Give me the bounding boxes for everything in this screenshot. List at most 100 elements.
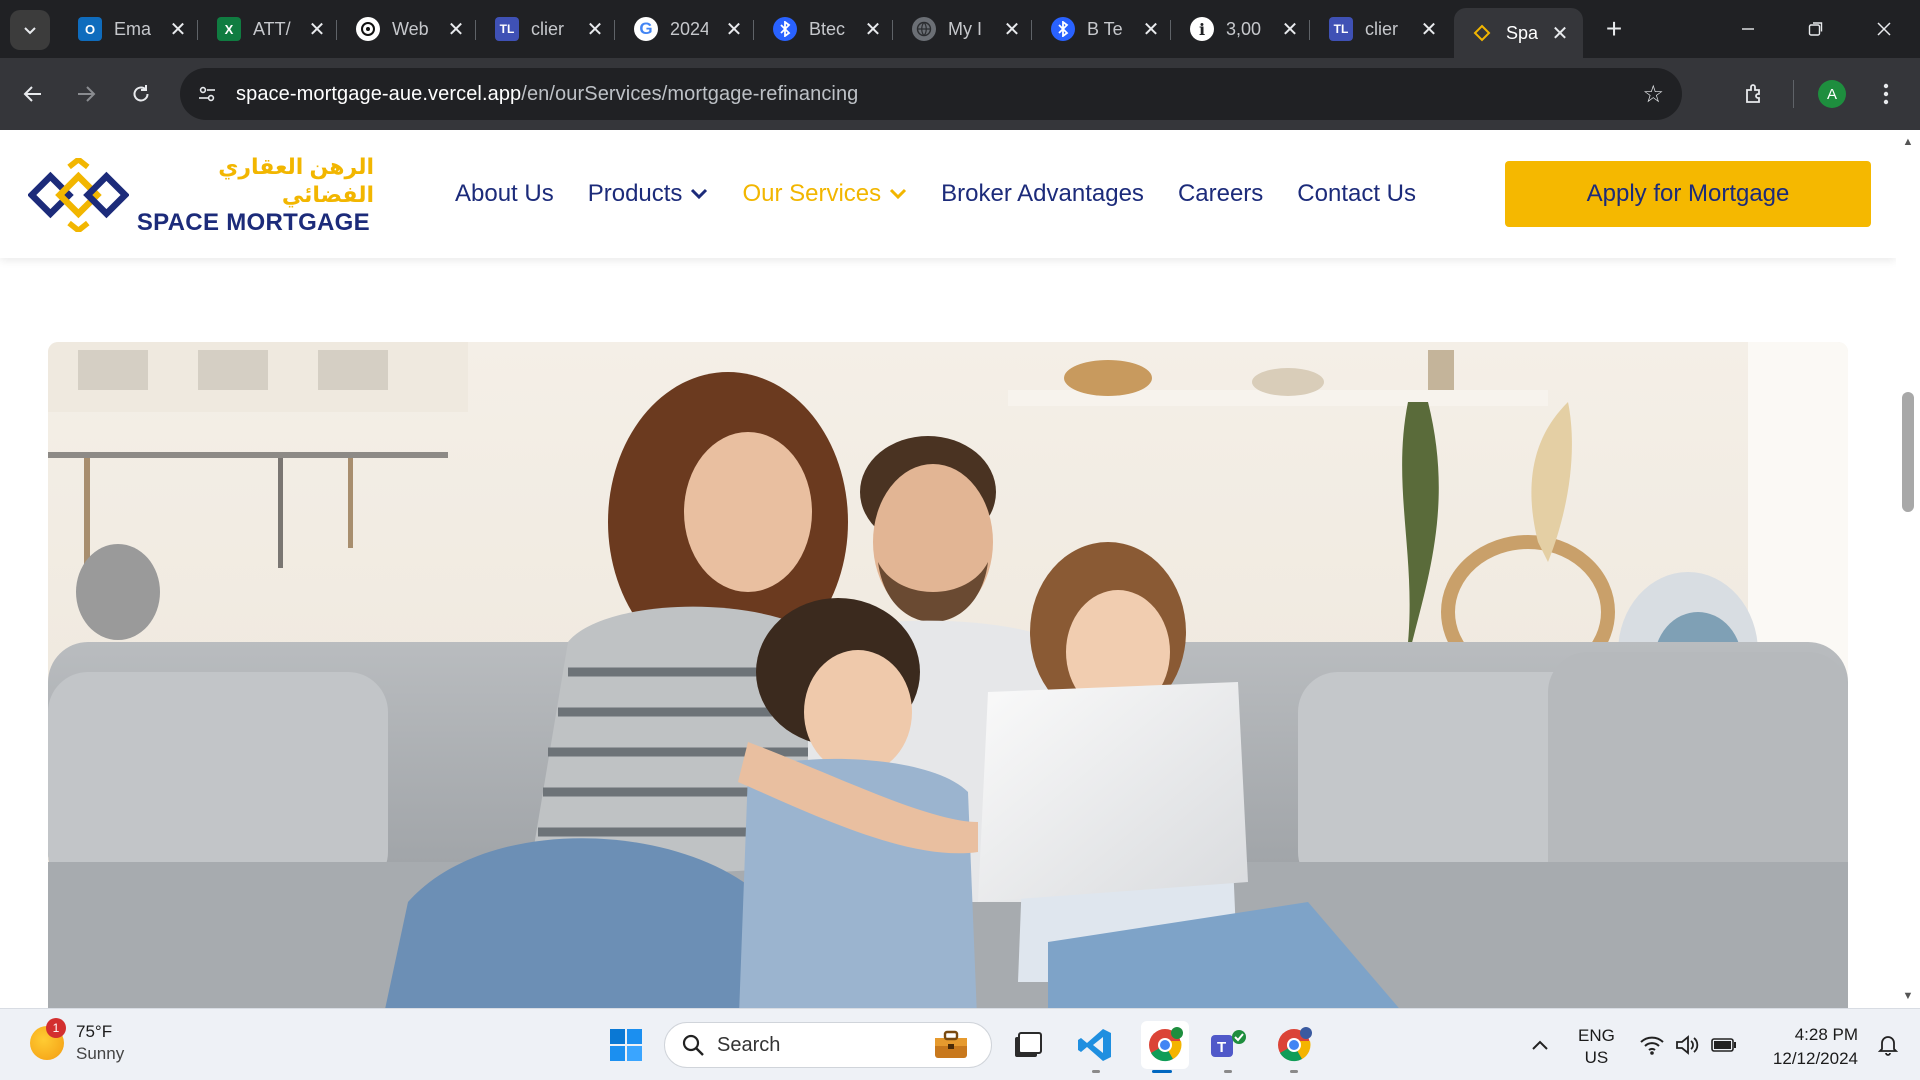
taskbar-chrome-active[interactable] [1141, 1021, 1189, 1069]
taskbar-teams[interactable]: T [1208, 1025, 1248, 1065]
hero-utensil [348, 458, 353, 548]
hero-cushion [48, 672, 388, 892]
browser-tab[interactable]: X ATT/ ✕ [201, 8, 340, 50]
taskbar-vscode[interactable] [1075, 1025, 1115, 1065]
system-clock[interactable]: 4:28 PM 12/12/2024 [1758, 1023, 1858, 1071]
battery-icon [1711, 1038, 1736, 1052]
show-hidden-icons-button[interactable] [1520, 1025, 1560, 1065]
taskbar-task-view[interactable] [1008, 1025, 1048, 1065]
close-icon[interactable]: ✕ [725, 17, 743, 42]
browser-menu-button[interactable] [1868, 76, 1904, 112]
close-window-button[interactable] [1856, 8, 1912, 50]
reload-button[interactable] [121, 74, 161, 114]
scrollbar-thumb[interactable] [1902, 392, 1914, 512]
close-icon [1877, 22, 1891, 36]
browser-tab[interactable]: O Ema ✕ [62, 8, 201, 50]
main-navigation: About Us Products Our Services Broker Ad… [455, 130, 1450, 258]
tab-divider [1031, 20, 1032, 40]
app-running-indicator [1290, 1070, 1298, 1073]
hero-bowl [1064, 360, 1152, 396]
nav-careers[interactable]: Careers [1178, 180, 1263, 208]
start-button[interactable] [606, 1025, 646, 1065]
browser-tab-active[interactable]: Spa ✕ [1454, 8, 1583, 58]
wifi-status[interactable] [1632, 1025, 1672, 1065]
scroll-down-arrow[interactable]: ▼ [1896, 986, 1920, 1006]
weather-temperature: 75°F [76, 1022, 113, 1041]
address-bar[interactable]: space-mortgage-aue.vercel.app/en/ourServ… [180, 68, 1682, 120]
browser-tab[interactable]: My I ✕ [896, 8, 1035, 50]
browser-tab[interactable]: Btec ✕ [757, 8, 896, 50]
close-icon[interactable]: ✕ [308, 17, 326, 42]
back-button[interactable] [13, 74, 53, 114]
weather-condition: Sunny [76, 1044, 125, 1063]
tab-search-button[interactable] [10, 10, 50, 50]
tab-label: Web [392, 18, 429, 39]
tab-label: clier [531, 18, 565, 39]
nav-broker-advantages[interactable]: Broker Advantages [941, 180, 1144, 208]
url-text[interactable]: space-mortgage-aue.vercel.app/en/ourServ… [236, 83, 858, 106]
hero-bowl [1252, 368, 1324, 396]
clock-date: 12/12/2024 [1772, 1049, 1858, 1068]
new-tab-button[interactable]: + [1598, 13, 1630, 45]
nav-contact-us[interactable]: Contact Us [1297, 180, 1416, 208]
teams-icon: T [1211, 1030, 1246, 1057]
close-icon[interactable]: ✕ [447, 17, 465, 42]
reload-icon [133, 85, 149, 102]
scroll-up-arrow[interactable]: ▲ [1896, 132, 1920, 152]
nav-our-services[interactable]: Our Services [742, 180, 907, 208]
browser-tab[interactable]: G 2024 ✕ [618, 8, 757, 50]
minimize-button[interactable] [1720, 8, 1776, 50]
search-placeholder: Search [717, 1033, 781, 1056]
close-icon[interactable]: ✕ [169, 17, 187, 42]
site-logo[interactable]: الرهن العقاري الفضائي SPACE MORTGAGE [28, 154, 374, 236]
puzzle-icon [1746, 84, 1760, 103]
tab-label: Btec [809, 18, 846, 39]
windows-taskbar: 1 75°F Sunny Search T ENG US 4:28 PM 12/… [0, 1008, 1920, 1080]
apply-for-mortgage-button[interactable]: Apply for Mortgage [1505, 161, 1871, 227]
url-path: /en/ourServices/mortgage-refinancing [521, 82, 859, 105]
close-icon[interactable]: ✕ [1003, 17, 1021, 42]
nav-products[interactable]: Products [588, 180, 709, 208]
hero-jar [1428, 350, 1454, 390]
browser-tab[interactable]: i 3,00 ✕ [1174, 8, 1313, 50]
wifi-icon [1640, 1036, 1664, 1055]
more-vertical-icon [1883, 83, 1889, 105]
taskbar-search[interactable]: Search [664, 1022, 992, 1068]
tab-strip: O Ema ✕ X ATT/ ✕ Web ✕ TL clier ✕ G 2024… [0, 0, 1920, 58]
browser-tab[interactable]: B Te ✕ [1035, 8, 1174, 50]
globe-icon [912, 17, 936, 41]
close-icon[interactable]: ✕ [1551, 21, 1569, 46]
extensions-button[interactable] [1735, 76, 1775, 112]
nav-services-label: Our Services [742, 180, 882, 207]
forward-button[interactable] [66, 74, 106, 114]
volume-icon [1676, 1035, 1699, 1055]
browser-tab[interactable]: TL clier ✕ [1313, 8, 1452, 50]
browser-tab[interactable]: Web ✕ [340, 8, 479, 50]
hero-cabinet-glass [78, 350, 148, 390]
browser-tab[interactable]: TL clier ✕ [479, 8, 618, 50]
close-icon[interactable]: ✕ [586, 17, 604, 42]
battery-status[interactable] [1704, 1025, 1744, 1065]
bookmark-star-icon[interactable]: ☆ [1642, 80, 1664, 109]
weather-widget[interactable]: 1 75°F Sunny [30, 1018, 125, 1065]
profile-button[interactable]: A [1814, 76, 1850, 112]
nav-about-us[interactable]: About Us [455, 180, 554, 208]
taskbar-chrome-2[interactable] [1274, 1025, 1314, 1065]
hero-pan [76, 544, 160, 640]
logo-wordmark: الرهن العقاري الفضائي SPACE MORTGAGE [137, 153, 374, 237]
hero-rail [48, 452, 448, 458]
close-icon[interactable]: ✕ [1142, 17, 1160, 42]
close-icon[interactable]: ✕ [1420, 17, 1438, 42]
avatar: A [1818, 80, 1846, 108]
notification-center-button[interactable] [1868, 1025, 1908, 1065]
close-icon[interactable]: ✕ [1281, 17, 1299, 42]
restore-button[interactable] [1788, 8, 1844, 50]
tab-label: 2024 [670, 18, 708, 39]
page-scrollbar[interactable]: ▲ ▼ [1896, 130, 1920, 1008]
close-icon[interactable]: ✕ [864, 17, 882, 42]
language-primary: ENG [1578, 1026, 1615, 1045]
volume-status[interactable] [1668, 1025, 1708, 1065]
minimize-icon [1742, 28, 1754, 30]
site-info-button[interactable] [188, 75, 226, 113]
input-language[interactable]: ENG US [1578, 1025, 1615, 1069]
